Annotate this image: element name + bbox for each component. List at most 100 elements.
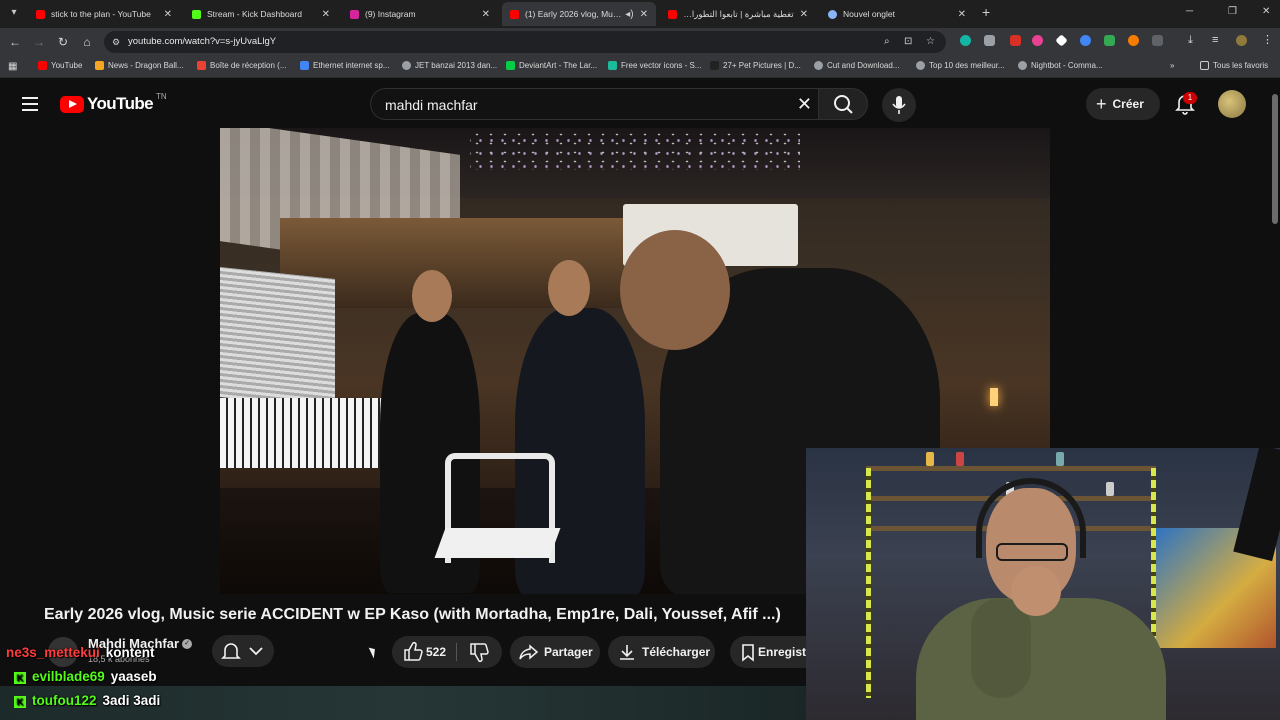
- bookmark-icon: [742, 644, 754, 662]
- download-icon[interactable]: ⤓: [1188, 35, 1199, 46]
- tab-5[interactable]: تغطية مباشرة | تابعوا التطورات الـ ✕: [660, 2, 816, 26]
- flaticon-icon: [608, 61, 617, 70]
- apps-grid-icon[interactable]: ▦: [8, 61, 17, 72]
- site-info-icon[interactable]: ⚙: [112, 37, 122, 47]
- extension-icon[interactable]: [1104, 35, 1115, 46]
- bookmark-label: YouTube: [51, 61, 83, 70]
- bookmark-cut-download[interactable]: Cut and Download...: [814, 61, 900, 70]
- restore-icon[interactable]: ❐: [1228, 6, 1237, 17]
- puzzle-icon[interactable]: [1152, 35, 1163, 46]
- minimize-icon[interactable]: ─: [1186, 6, 1193, 17]
- microphone-icon: [892, 96, 906, 114]
- media-control-icon[interactable]: ≡: [1212, 35, 1223, 46]
- close-icon[interactable]: ✕: [958, 9, 966, 20]
- tab-1[interactable]: stick to the plan - YouTube ✕: [28, 2, 180, 26]
- tab-search-icon[interactable]: ▾: [6, 5, 22, 21]
- bookmark-jet-banzai[interactable]: JET banzai 2013 dan...: [402, 61, 497, 70]
- extension-icon[interactable]: [1032, 35, 1043, 46]
- menu-icon[interactable]: [22, 97, 38, 111]
- bookmarks-overflow-icon[interactable]: »: [1170, 61, 1174, 70]
- bookmark-label: Cut and Download...: [827, 61, 900, 70]
- extension-icon[interactable]: [1128, 35, 1139, 46]
- kick-badge-icon: K: [14, 672, 26, 684]
- new-tab-button[interactable]: +: [982, 4, 990, 20]
- back-icon[interactable]: ←: [8, 35, 22, 49]
- video-reflection-filter: [220, 266, 335, 410]
- bookmark-inbox[interactable]: Boîte de réception (...: [197, 61, 287, 70]
- clear-search-icon[interactable]: ✕: [797, 94, 812, 115]
- forward-icon[interactable]: →: [32, 35, 46, 49]
- extension-icon[interactable]: [1080, 35, 1091, 46]
- close-icon[interactable]: ✕: [164, 9, 172, 20]
- webcam-glasses: [996, 543, 1068, 561]
- install-icon[interactable]: ⊡: [904, 36, 912, 47]
- chat-message: Kevilblade69 yaaseb: [14, 669, 157, 684]
- close-icon[interactable]: ✕: [322, 9, 330, 20]
- bookmark-ethernet[interactable]: Ethernet internet sp...: [300, 61, 390, 70]
- tab-title: (9) Instagram: [365, 9, 416, 19]
- webcam-led-strip: [866, 468, 871, 698]
- all-bookmarks[interactable]: Tous les favoris: [1200, 61, 1268, 70]
- close-icon[interactable]: ✕: [800, 9, 808, 20]
- screen: ▾ stick to the plan - YouTube ✕ Stream -…: [0, 0, 1280, 720]
- bookmark-dragon-ball[interactable]: News - Dragon Ball...: [95, 61, 184, 70]
- search-input[interactable]: mahdi machfar ✕: [370, 88, 818, 120]
- search-button[interactable]: [818, 88, 868, 120]
- window-close-icon[interactable]: ✕: [1262, 6, 1270, 17]
- webcam-figure: [956, 452, 964, 466]
- like-divider: [456, 643, 457, 661]
- search-icon: [834, 95, 853, 114]
- bookmark-label: 27+ Pet Pictures | D...: [723, 61, 801, 70]
- save-button[interactable]: Enregist: [730, 636, 806, 668]
- tab-title: stick to the plan - YouTube: [51, 9, 151, 19]
- voice-search-button[interactable]: [882, 88, 916, 122]
- url-text: youtube.com/watch?v=s-jyUvaLlgY: [128, 36, 277, 47]
- tab-2[interactable]: Stream - Kick Dashboard ✕: [184, 2, 338, 26]
- create-label: Créer: [1112, 97, 1144, 111]
- notification-count-badge: 1: [1183, 92, 1197, 104]
- bookmark-deviantart[interactable]: DeviantArt - The Lar...: [506, 61, 597, 70]
- bookmark-nightbot[interactable]: Nightbot - Comma...: [1018, 61, 1103, 70]
- create-button[interactable]: + Créer: [1086, 88, 1160, 120]
- bookmark-top10[interactable]: Top 10 des meilleur...: [916, 61, 1005, 70]
- account-avatar[interactable]: [1218, 90, 1246, 118]
- dragon-ball-icon: [95, 61, 104, 70]
- scrollbar-thumb[interactable]: [1272, 94, 1278, 224]
- bookmark-pet-pictures[interactable]: 27+ Pet Pictures | D...: [710, 61, 801, 70]
- speaker-icon[interactable]: ◂): [625, 9, 633, 20]
- tab-title: (1) Early 2026 vlog, Music s: [525, 9, 624, 19]
- address-bar[interactable]: ⚙ youtube.com/watch?v=s-jyUvaLlgY ⌕ ⊡ ☆: [104, 31, 946, 53]
- tab-4-active[interactable]: (1) Early 2026 vlog, Music s ◂) ✕: [502, 2, 656, 26]
- video-person-left-head: [412, 270, 452, 322]
- thumbs-down-icon[interactable]: [466, 636, 492, 668]
- video-person-middle-head: [548, 260, 590, 316]
- extension-icon[interactable]: [1010, 35, 1021, 46]
- profile-avatar[interactable]: [1236, 35, 1247, 46]
- video-chair-seat: [434, 528, 561, 558]
- bookmark-youtube[interactable]: YouTube: [38, 61, 82, 70]
- extension-icon[interactable]: [960, 35, 971, 46]
- camera-extension-icon[interactable]: [984, 35, 995, 46]
- thumbs-up-icon[interactable]: [400, 636, 426, 668]
- close-icon[interactable]: ✕: [640, 9, 648, 20]
- subscription-notifications-button[interactable]: [212, 635, 274, 667]
- share-button[interactable]: Partager: [510, 636, 600, 668]
- bookmark-label: Top 10 des meilleur...: [929, 61, 1005, 70]
- download-label: Télécharger: [642, 645, 711, 659]
- chat-username: ne3s_mettekui: [6, 645, 100, 660]
- reload-icon[interactable]: ↻: [56, 35, 70, 49]
- close-icon[interactable]: ✕: [482, 9, 490, 20]
- youtube-logo[interactable]: YouTube TN: [60, 92, 167, 114]
- tab-6[interactable]: Nouvel onglet ✕: [820, 2, 974, 26]
- home-icon[interactable]: ⌂: [80, 35, 94, 49]
- plus-icon: +: [1096, 93, 1107, 114]
- bookmark-vector-icons[interactable]: Free vector icons - S...: [608, 61, 701, 70]
- download-button[interactable]: Télécharger: [608, 636, 715, 668]
- webcam-figure: [1056, 452, 1064, 466]
- webcam-person-arm: [971, 598, 1031, 698]
- bookmark-star-icon[interactable]: ☆: [926, 36, 935, 47]
- zoom-icon[interactable]: ⌕: [884, 36, 890, 47]
- tab-3[interactable]: (9) Instagram ✕: [342, 2, 498, 26]
- like-count[interactable]: 522: [426, 645, 446, 659]
- more-menu-icon[interactable]: ⋮: [1262, 35, 1273, 46]
